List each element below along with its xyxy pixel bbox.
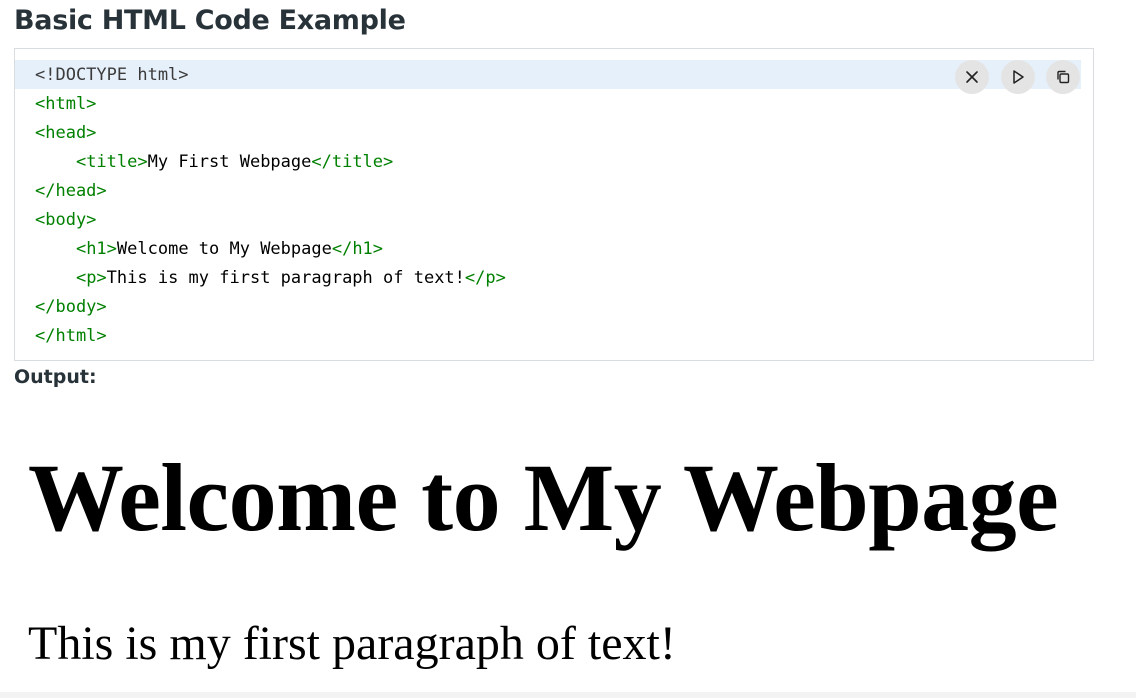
output-paragraph: This is my first paragraph of text! [28,617,676,670]
code-token: </head> [35,181,107,201]
code-token: <!DOCTYPE html> [35,65,189,85]
copy-icon [1057,70,1070,84]
code-line: <p>This is my first paragraph of text!</… [35,264,506,293]
code-token: <title> [75,152,148,172]
code-token: </body> [35,297,107,317]
code-line: </html> [35,322,506,351]
code-token: <head> [35,123,97,143]
code-line: <title>My First Webpage</title> [35,148,506,177]
code-token: This is my first paragraph of text! [106,268,465,288]
code-token: <p> [75,268,107,288]
copy-button[interactable] [1046,60,1080,94]
code-token: <html> [35,94,97,114]
code-token: <body> [35,210,97,230]
output-label: Output: [14,366,97,388]
code-token: My First Webpage [147,152,312,172]
code-line: </body> [35,293,506,322]
bottom-edge [0,692,1136,698]
output-heading: Welcome to My Webpage [28,444,1059,551]
code-block: <!DOCTYPE html> <html> <head> <title>My Fi… [14,48,1094,361]
code-token: <h1> [75,239,117,259]
close-button[interactable] [955,60,989,94]
close-icon [966,71,978,83]
page-title: Basic HTML Code Example [14,5,406,36]
code-lines: <!DOCTYPE html> <html> <head> <title>My Fi… [35,61,506,351]
run-button[interactable] [1001,60,1035,94]
code-line: </head> [35,177,506,206]
output-preview: Welcome to My Webpage This is my first p… [0,400,1136,698]
code-token: </title> [311,152,394,172]
code-line: <head> [35,119,506,148]
code-token: </html> [35,326,107,346]
code-token: </p> [464,268,506,288]
play-icon [1013,70,1024,84]
code-token: Welcome to My Webpage [116,239,332,259]
code-line: <!DOCTYPE html> [35,61,506,90]
code-line: <h1>Welcome to My Webpage</h1> [35,235,506,264]
code-token: </h1> [331,239,384,259]
code-line: <body> [35,206,506,235]
code-line: <html> [35,90,506,119]
